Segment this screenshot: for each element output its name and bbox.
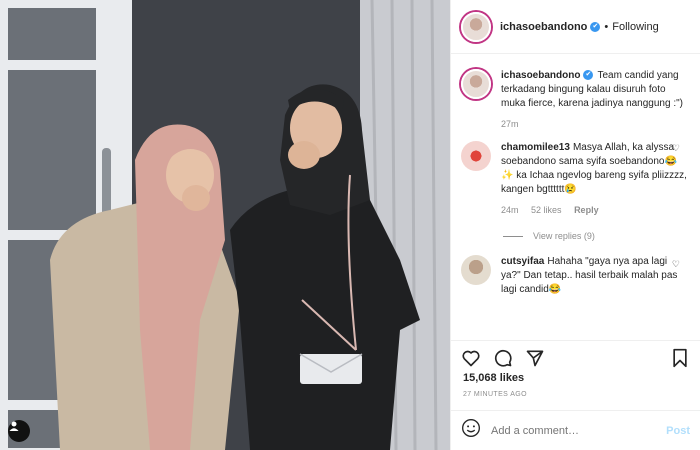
caption-username[interactable]: ichasoebandono — [501, 70, 580, 81]
post-header: ichasoebandono ✔ • Following — [451, 0, 700, 54]
action-bar — [451, 340, 700, 374]
comment-username[interactable]: cutsyifaa — [501, 256, 544, 267]
view-replies-button[interactable]: View replies (9) — [503, 231, 690, 241]
avatar[interactable] — [461, 11, 491, 42]
add-comment-bar: Post — [451, 410, 700, 450]
header-username[interactable]: ichasoebandono — [500, 21, 587, 33]
follow-status-button[interactable]: Following — [612, 21, 658, 33]
comment-username[interactable]: chamomilee13 — [501, 142, 570, 153]
instagram-post: ichasoebandono ✔ • Following ichasoeband… — [0, 0, 700, 450]
reply-button[interactable]: Reply — [574, 205, 599, 215]
photo-illustration — [0, 0, 450, 450]
heart-icon[interactable]: ♡ — [672, 143, 680, 154]
list-item: chamomilee13 Masya Allah, ka alyssa soeba… — [461, 141, 690, 217]
comments-list[interactable]: ichasoebandono ✔ Team candid yang terkadan… — [451, 55, 700, 340]
heart-icon[interactable]: ♡ — [672, 259, 680, 270]
emoji-icon[interactable] — [461, 418, 481, 443]
avatar[interactable] — [461, 141, 491, 171]
verified-icon: ✔ — [583, 70, 594, 81]
comment-likes[interactable]: 52 likes — [531, 205, 562, 215]
avatar[interactable] — [461, 255, 491, 285]
heart-icon[interactable] — [459, 346, 483, 370]
user-tag-icon[interactable] — [8, 420, 30, 442]
comment-icon[interactable] — [491, 346, 515, 370]
header-separator: • — [604, 20, 609, 33]
post-photo[interactable] — [0, 0, 450, 450]
likes-count[interactable]: 15,068 likes — [463, 372, 524, 384]
verified-icon: ✔ — [590, 21, 601, 32]
post-sidebar: ichasoebandono ✔ • Following ichasoeband… — [450, 0, 700, 450]
caption: ichasoebandono ✔ Team candid yang terkadan… — [461, 69, 690, 131]
caption-time: 27m — [501, 119, 519, 129]
comment-time: 24m — [501, 205, 519, 215]
post-time: 27 MINUTES AGO — [463, 391, 527, 398]
avatar[interactable] — [461, 69, 491, 99]
post-button[interactable]: Post — [666, 425, 690, 437]
bookmark-icon[interactable] — [668, 346, 692, 370]
share-icon[interactable] — [523, 346, 547, 370]
list-item: cutsyifaa Hahaha "gaya nya apa lagi ya?" … — [461, 255, 690, 297]
comment-input[interactable] — [491, 424, 667, 437]
